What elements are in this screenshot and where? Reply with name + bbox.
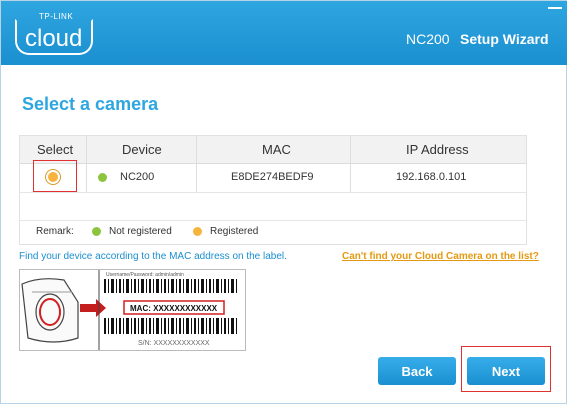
camera-select-radio[interactable] <box>48 172 58 182</box>
label-credentials: Username/Password: admin/admin <box>106 272 184 278</box>
table-header: Select Device MAC IP Address <box>20 136 526 164</box>
not-registered-dot-icon <box>92 227 101 236</box>
label-mac: MAC: XXXXXXXXXXXX <box>130 304 218 313</box>
tp-link-cloud-logo: TP-LINK cloud <box>15 11 95 55</box>
header-ip-address: IP Address <box>406 142 469 157</box>
logo-brand-text: TP-LINK <box>39 12 74 21</box>
camera-label-illustration: Username/Password: admin/admin MAC: XXXX… <box>21 270 237 350</box>
header-select: Select <box>37 142 74 157</box>
registered-label: Registered <box>210 226 259 237</box>
status-dot-icon <box>98 173 107 182</box>
ip-cell: 192.168.0.101 <box>396 171 467 183</box>
header-mac: MAC <box>262 142 291 157</box>
label-sn: S/N: XXXXXXXXXXXX <box>138 340 210 347</box>
not-registered-label: Not registered <box>109 226 172 237</box>
remark-label: Remark: <box>36 226 74 237</box>
device-cell: NC200 <box>120 171 155 183</box>
minimize-icon[interactable] <box>548 7 562 9</box>
device-model-label: NC200 <box>406 31 450 47</box>
camera-table: Select Device MAC IP Address NC200 E8DE2… <box>19 135 527 245</box>
title-bar: TP-LINK cloud NC200 Setup Wizard <box>1 1 567 65</box>
find-device-hint: Find your device according to the MAC ad… <box>19 251 287 262</box>
page-title: Select a camera <box>22 94 159 114</box>
device-label-image: Username/Password: admin/admin MAC: XXXX… <box>19 269 246 351</box>
legend-row: Remark: Not registered Registered <box>20 220 526 243</box>
back-button[interactable]: Back <box>378 357 456 385</box>
setup-wizard-window: TP-LINK cloud NC200 Setup Wizard Select … <box>0 0 567 404</box>
registered-dot-icon <box>193 227 202 236</box>
logo-cloud-text: cloud <box>25 25 83 52</box>
cant-find-camera-link[interactable]: Can't find your Cloud Camera on the list… <box>342 251 539 262</box>
header-device: Device <box>122 142 162 157</box>
wizard-title: Setup Wizard <box>460 31 549 47</box>
mac-cell: E8DE274BEDF9 <box>231 171 314 183</box>
next-button[interactable]: Next <box>467 357 545 385</box>
